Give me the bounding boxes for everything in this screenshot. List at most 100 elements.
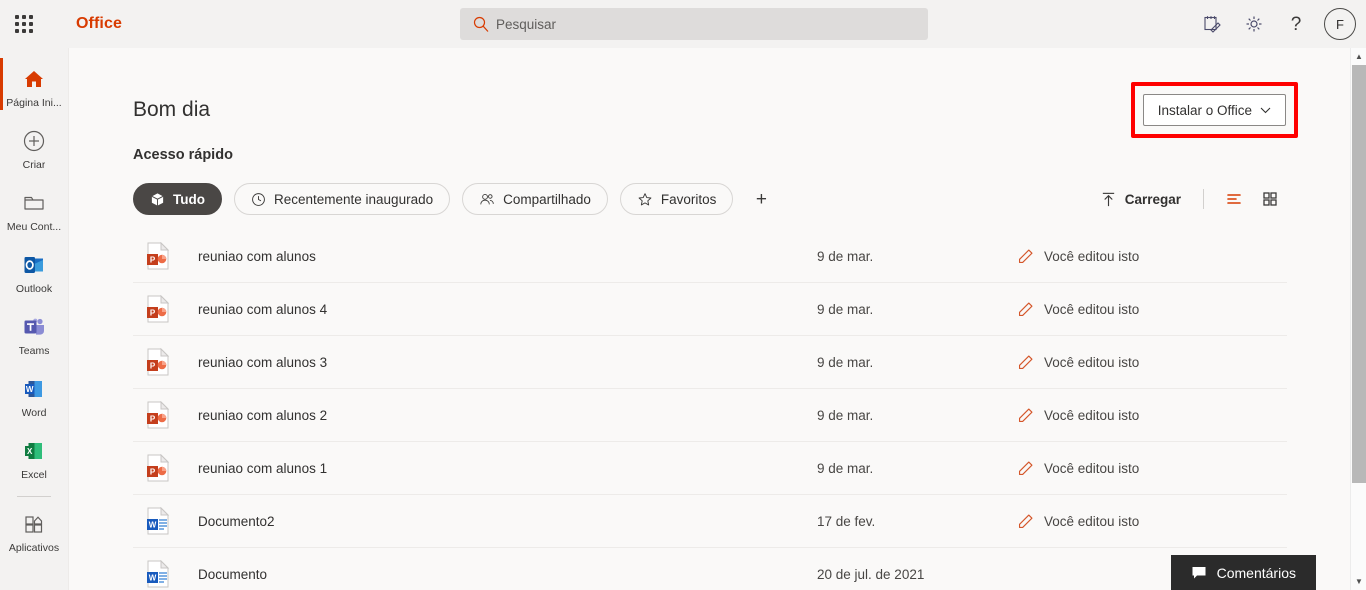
powerpoint-file-icon: P: [146, 453, 170, 482]
file-activity-text: Você editou isto: [1044, 248, 1140, 264]
sidebar-item-label: Meu Cont...: [6, 221, 62, 233]
file-activity-text: Você editou isto: [1044, 354, 1140, 370]
pencil-icon: [1018, 408, 1033, 422]
file-name: reuniao com alunos 4: [198, 301, 328, 317]
powerpoint-file-icon: P: [146, 241, 170, 270]
scrollbar-thumb[interactable]: [1352, 65, 1366, 483]
upload-button[interactable]: Carregar: [1092, 183, 1189, 215]
teams-icon: [20, 313, 48, 341]
file-date: 20 de jul. de 2021: [817, 566, 925, 582]
table-row[interactable]: W Documento2 17 de fev. Você editou isto: [133, 495, 1287, 548]
office-home-page: Office Pesquisar ? F Página Ini... Criar…: [0, 0, 1366, 590]
file-name: reuniao com alunos: [198, 248, 316, 264]
rail-divider: [17, 496, 51, 497]
sidebar-item-teams[interactable]: Teams: [0, 304, 68, 366]
search-input[interactable]: [460, 8, 928, 40]
word-icon: W: [20, 375, 48, 403]
excel-icon: X: [20, 437, 48, 465]
home-icon: [20, 65, 48, 93]
svg-text:X: X: [27, 447, 33, 456]
filter-pill-shared[interactable]: Compartilhado: [462, 183, 608, 215]
file-name: Documento: [198, 566, 268, 582]
filter-pill-recent[interactable]: Recentemente inaugurado: [233, 183, 451, 215]
avatar[interactable]: F: [1324, 8, 1356, 40]
gear-icon: [1246, 16, 1262, 32]
sidebar-item-my-content[interactable]: Meu Cont...: [0, 180, 68, 242]
filter-pill-label: Favoritos: [660, 191, 717, 207]
svg-text:W: W: [149, 521, 157, 530]
filter-pill-all[interactable]: Tudo: [133, 183, 222, 215]
table-row[interactable]: W Documento 20 de jul. de 2021: [133, 548, 1287, 590]
file-date: 9 de mar.: [817, 301, 874, 317]
file-date: 9 de mar.: [817, 354, 874, 370]
sidebar-item-apps[interactable]: Aplicativos: [0, 501, 68, 563]
install-office-container: Instalar o Office: [1130, 82, 1298, 138]
feedback-label: Comentários: [1216, 564, 1296, 581]
sidebar-item-label: Página Ini...: [6, 97, 62, 109]
people-icon: [480, 193, 494, 204]
sidebar-item-label: Criar: [22, 159, 46, 171]
install-office-label: Instalar o Office: [1157, 102, 1252, 118]
pencil-icon: [1018, 249, 1033, 263]
file-date: 17 de fev.: [817, 513, 876, 529]
sidebar-item-excel[interactable]: X Excel: [0, 428, 68, 490]
table-row[interactable]: P reuniao com alunos 2 9 de mar. Você ed…: [133, 389, 1287, 442]
pencil-icon: [1018, 355, 1033, 369]
grid-view-button[interactable]: [1254, 183, 1286, 215]
waffle-icon: [15, 15, 33, 33]
speech-bubble-icon: [1192, 566, 1206, 578]
plus-circle-icon: [20, 127, 48, 155]
file-date: 9 de mar.: [817, 407, 874, 423]
settings-button[interactable]: [1234, 4, 1274, 44]
page-title: Bom dia: [133, 98, 211, 121]
scroll-up-arrow[interactable]: ▲: [1351, 48, 1366, 65]
filter-pill-label: Compartilhado: [503, 191, 591, 207]
table-row[interactable]: P reuniao com alunos 3 9 de mar. Você ed…: [133, 336, 1287, 389]
add-filter-button[interactable]: +: [745, 183, 777, 215]
clock-icon: [252, 192, 265, 206]
apps-grid-icon: [20, 510, 48, 538]
grid-view-icon: [1263, 192, 1277, 206]
install-office-button[interactable]: Instalar o Office: [1142, 94, 1286, 126]
sidebar-item-label: Outlook: [15, 283, 53, 295]
sidebar-item-label: Word: [21, 407, 47, 419]
chevron-down-icon: [1260, 107, 1271, 113]
sidebar-item-home[interactable]: Página Ini...: [0, 56, 68, 118]
svg-text:P: P: [150, 256, 156, 265]
sidebar-item-label: Teams: [18, 345, 50, 357]
table-row[interactable]: P reuniao com alunos 9 de mar. Você edit…: [133, 230, 1287, 283]
file-activity-text: Você editou isto: [1044, 301, 1140, 317]
file-list: P reuniao com alunos 9 de mar. Você edit…: [133, 230, 1287, 590]
sidebar-item-word[interactable]: W Word: [0, 366, 68, 428]
app-launcher-button[interactable]: [0, 0, 48, 48]
filter-pill-favorites[interactable]: Favoritos: [619, 183, 734, 215]
table-row[interactable]: P reuniao com alunos 1 9 de mar. Você ed…: [133, 442, 1287, 495]
vertical-scrollbar[interactable]: ▲ ▼: [1350, 48, 1366, 590]
upload-label: Carregar: [1124, 191, 1181, 207]
svg-text:W: W: [26, 385, 34, 394]
notebook-button[interactable]: [1192, 4, 1232, 44]
svg-text:P: P: [150, 309, 156, 318]
file-activity-text: Você editou isto: [1044, 513, 1140, 529]
file-activity: Você editou isto: [1017, 248, 1139, 265]
file-activity-text: Você editou isto: [1044, 407, 1140, 423]
feedback-button[interactable]: Comentários: [1170, 555, 1316, 590]
pencil-icon: [1018, 302, 1033, 316]
file-name: reuniao com alunos 3: [198, 354, 328, 370]
file-activity: Você editou isto: [1017, 513, 1139, 530]
top-bar-actions: ? F: [1192, 0, 1356, 48]
help-button[interactable]: ?: [1276, 4, 1316, 44]
upload-icon: [1102, 192, 1114, 206]
sidebar-item-create[interactable]: Criar: [0, 118, 68, 180]
list-view-button[interactable]: [1218, 183, 1250, 215]
file-name: reuniao com alunos 2: [198, 407, 328, 423]
table-row[interactable]: P reuniao com alunos 4 9 de mar. Você ed…: [133, 283, 1287, 336]
scroll-down-arrow[interactable]: ▼: [1351, 573, 1366, 590]
file-date: 9 de mar.: [817, 460, 874, 476]
sidebar-item-label: Aplicativos: [8, 542, 60, 554]
brand-office-link[interactable]: Office: [76, 15, 122, 33]
file-name: reuniao com alunos 1: [198, 460, 328, 476]
notebook-icon: [1204, 16, 1221, 33]
word-file-icon: W: [146, 506, 170, 535]
sidebar-item-outlook[interactable]: Outlook: [0, 242, 68, 304]
